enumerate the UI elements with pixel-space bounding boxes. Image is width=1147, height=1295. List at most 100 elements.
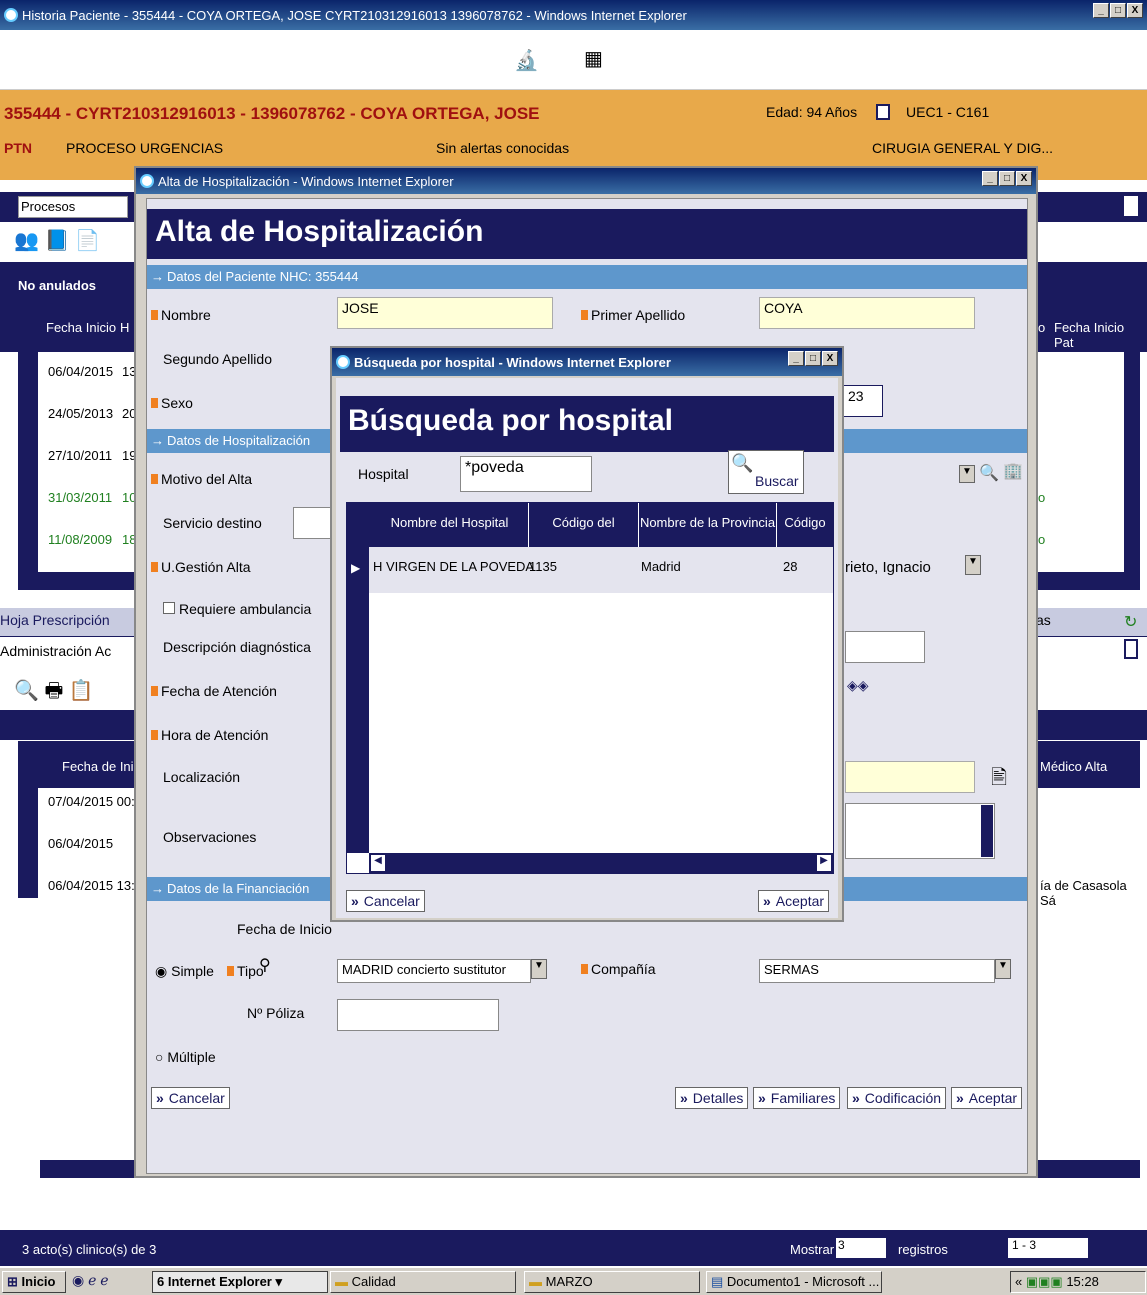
descripcion-field[interactable] — [845, 631, 925, 663]
hospital-name-cell: H VIRGEN DE LA POVEDA — [373, 559, 535, 574]
browser-icon[interactable]: ◉ — [72, 1272, 84, 1288]
observaciones-field[interactable] — [845, 803, 995, 859]
col-h[interactable]: H — [120, 320, 129, 335]
binoculars-icon[interactable]: ⚲ — [259, 955, 271, 975]
procesos-vscroll[interactable] — [1124, 352, 1140, 572]
checkbox[interactable] — [163, 602, 175, 614]
procesos-select[interactable]: Procesos — [18, 196, 128, 218]
requiere-ambulancia[interactable]: Requiere ambulancia — [163, 601, 311, 617]
tray-icons[interactable]: ▣▣▣ — [1026, 1274, 1063, 1289]
col-medico-alta[interactable]: Médico Alta — [1040, 759, 1107, 774]
maximize-button[interactable]: □ — [805, 351, 821, 366]
age-field[interactable]: 23 — [843, 385, 883, 417]
refresh-icon[interactable]: ↻ — [1124, 612, 1137, 632]
col-fecha-inicio-pat[interactable]: Fecha Inicio Pat — [1054, 320, 1147, 350]
prescription-icon[interactable]: 📋 — [69, 680, 94, 702]
admin-row-date[interactable]: 07/04/2015 00:0 — [48, 794, 142, 809]
detalles-button[interactable]: Detalles — [675, 1087, 749, 1109]
calendar-icon[interactable]: ◈◈ — [847, 677, 869, 694]
results-hscroll[interactable]: ◀ ▶ — [369, 853, 833, 873]
taskbar-ie[interactable]: 6 Internet Explorer ▾ — [152, 1271, 328, 1293]
administracion-label[interactable]: Administración Ac — [0, 643, 111, 659]
busqueda-cancel-button[interactable]: Cancelar — [346, 890, 425, 912]
close-button[interactable]: X — [1016, 171, 1032, 186]
row-pointer-icon: ▶ — [351, 561, 361, 575]
book-icon[interactable]: 📘 — [44, 230, 69, 252]
footer-bar: 3 acto(s) clinico(s) de 3 Mostrar 3 regi… — [0, 1230, 1147, 1266]
hospital-search-input[interactable]: *poveda — [460, 456, 592, 492]
alta-titlebar: Alta de Hospitalización - Windows Intern… — [136, 168, 1036, 194]
motivo-dropdown-arrow[interactable]: ▼ — [959, 465, 975, 483]
col-fecha-inicio[interactable]: Fecha Inicio — [46, 320, 116, 335]
search-icon[interactable]: 🔍 — [979, 463, 999, 483]
maximize-button[interactable]: □ — [999, 171, 1015, 186]
start-button[interactable]: ⊞ Inicio — [2, 1271, 66, 1293]
compania-select[interactable]: SERMAS — [759, 959, 995, 983]
busqueda-accept-button[interactable]: Aceptar — [758, 890, 830, 912]
hospital-icon[interactable]: 🏢 — [1003, 461, 1023, 481]
radio-selected[interactable]: ◉ — [155, 963, 167, 979]
radio-unselected[interactable]: ○ — [155, 1049, 163, 1065]
tab-as[interactable]: as — [1036, 612, 1051, 628]
close-button[interactable]: X — [1127, 3, 1143, 18]
admin-row-date[interactable]: 06/04/2015 13:4 — [48, 878, 142, 893]
poliza-field[interactable] — [337, 999, 499, 1031]
document-icon[interactable]: 📄 — [75, 230, 100, 252]
row-selector-column — [18, 352, 38, 572]
ugestion-dropdown-arrow[interactable]: ▼ — [965, 555, 981, 575]
buscar-button[interactable]: 🔍 Buscar — [728, 450, 804, 494]
familiares-button[interactable]: Familiares — [753, 1087, 841, 1109]
ugestion-alta-select[interactable]: rieto, Ignacio — [845, 559, 965, 576]
minimize-button[interactable]: _ — [982, 171, 998, 186]
col-nombre-hospital[interactable]: Nombre del Hospital — [371, 503, 529, 547]
compania-dropdown-arrow[interactable]: ▼ — [995, 959, 1011, 979]
simple-radio-group[interactable]: ◉ Simple — [155, 963, 214, 980]
page-range-select[interactable]: 1 - 3 — [1008, 1238, 1088, 1258]
taskbar-documento[interactable]: ▤ Documento1 - Microsoft ... — [706, 1271, 882, 1293]
nombre-field[interactable]: JOSE — [337, 297, 553, 329]
alta-accept-button[interactable]: Aceptar — [951, 1087, 1023, 1109]
tipo-select[interactable]: MADRID concierto sustitutor — [337, 959, 531, 983]
calculator-icon[interactable]: ▦ — [584, 46, 603, 71]
col-o[interactable]: o — [1038, 320, 1045, 335]
lookup-icon[interactable]: 🖹 — [991, 763, 1007, 797]
folder-icon: ▬ — [335, 1274, 348, 1289]
minimize-button[interactable]: _ — [788, 351, 804, 366]
scroll-left-icon[interactable]: ◀ — [371, 855, 385, 871]
observaciones-scroll[interactable] — [981, 805, 993, 857]
panel-maximize-icon-2[interactable] — [1124, 639, 1138, 659]
close-button[interactable]: X — [822, 351, 838, 366]
alta-cancel-button[interactable]: Cancelar — [151, 1087, 230, 1109]
panel-maximize-icon[interactable] — [1124, 196, 1138, 216]
primer-apellido-field[interactable]: COYA — [759, 297, 975, 329]
minimize-button[interactable]: _ — [1093, 3, 1109, 18]
mostrar-select[interactable]: 3 — [836, 1238, 886, 1258]
search-icon[interactable]: 🔍 — [14, 680, 39, 702]
sexo-label: Sexo — [151, 395, 193, 411]
col-nombre-provincia[interactable]: Nombre de la Provincia — [639, 503, 777, 547]
ie-quick-icon[interactable]: ℯ — [88, 1272, 96, 1288]
admin-row-medico: ía de Casasola Sá — [1040, 878, 1127, 908]
taskbar-calidad[interactable]: ▬ Calidad — [330, 1271, 516, 1293]
tipo-dropdown-arrow[interactable]: ▼ — [531, 959, 547, 979]
ugestion-alta-label: U.Gestión Alta — [151, 559, 251, 575]
printer-icon[interactable]: 🖶 — [44, 680, 63, 702]
col-codigo-hospital[interactable]: Código del Hospital — [529, 503, 639, 570]
codificacion-button[interactable]: Codificación — [847, 1087, 947, 1109]
localizacion-field[interactable] — [845, 761, 975, 793]
table-row[interactable]: H VIRGEN DE LA POVEDA 1135 Madrid 28 — [369, 547, 833, 593]
maximize-button[interactable]: □ — [1110, 3, 1126, 18]
taskbar-marzo[interactable]: ▬ MARZO — [524, 1271, 700, 1293]
buscar-label: Buscar — [755, 473, 799, 489]
servicio-destino-label: Servicio destino — [163, 515, 262, 531]
microscope-icon[interactable]: 🔬 — [514, 48, 539, 73]
servicio-destino-field[interactable] — [293, 507, 333, 539]
multiple-radio-group[interactable]: ○ Múltiple — [155, 1049, 216, 1065]
col-codigo-de[interactable]: Código de — [777, 503, 833, 570]
tab-hoja-prescripcion[interactable]: Hoja Prescripción — [0, 612, 110, 628]
ie2-quick-icon[interactable]: ℯ — [100, 1272, 108, 1288]
admin-row-date[interactable]: 06/04/2015 — [48, 836, 113, 851]
patient-icon[interactable]: 👥 — [14, 230, 39, 252]
alta-heading-bar: Alta de Hospitalización — [147, 209, 1027, 259]
scroll-right-icon[interactable]: ▶ — [817, 855, 831, 871]
